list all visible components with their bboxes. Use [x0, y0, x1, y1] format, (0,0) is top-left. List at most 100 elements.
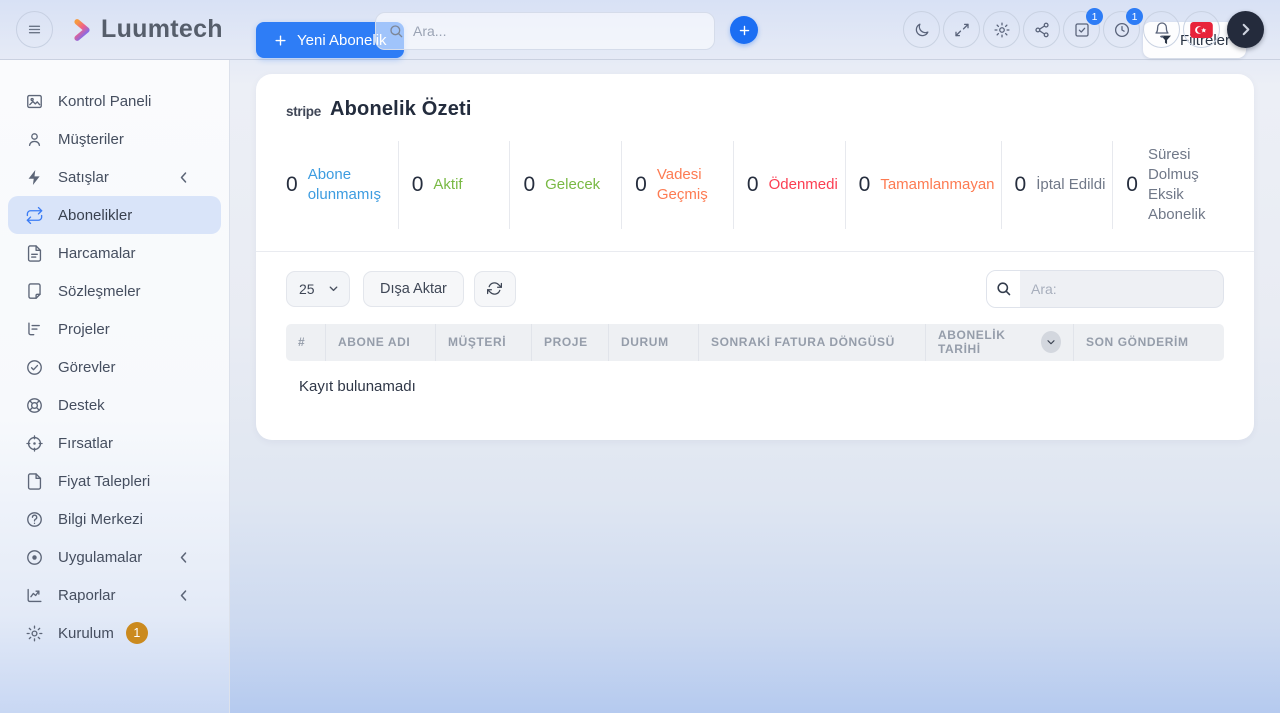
settings-icon [993, 21, 1011, 39]
stat-count: 0 [523, 173, 535, 197]
page-size-value: 25 [299, 281, 315, 297]
stat-count: 0 [747, 173, 759, 197]
column-header-son-g-nderi-m[interactable]: SON GÖNDERİM [1074, 324, 1224, 361]
sidebar-item-f-rsatlar[interactable]: Fırsatlar [8, 424, 221, 462]
notification-badge: 1 [1086, 8, 1103, 25]
column-header-m-teri[interactable]: MÜŞTERİ [436, 324, 532, 361]
fullscreen-button[interactable] [943, 11, 980, 48]
stat-abone-olunmam: 0Abone olunmamış [286, 141, 398, 229]
subscriptions-table: # ABONE ADI MÜŞTERİ PROJE DURUM SONRAKİ FATUR… [286, 324, 1224, 412]
sidebar: Kontrol Paneli Müşteriler Satışlar Abonelik… [0, 60, 230, 713]
sidebar-item-s-zle-meler[interactable]: Sözleşmeler [8, 272, 221, 310]
tasks-icon [25, 358, 44, 377]
sidebar-item-label: Fırsatlar [58, 435, 113, 452]
knowledge-icon [25, 510, 44, 529]
empty-message: Kayıt bulunamadı [286, 361, 1224, 412]
user-avatar[interactable] [1227, 11, 1264, 48]
table-search-input[interactable] [1020, 271, 1223, 307]
sidebar-item-g-revler[interactable]: Görevler [8, 348, 221, 386]
moon-button[interactable] [903, 11, 940, 48]
table-search [986, 270, 1224, 308]
sidebar-item-abonelikler[interactable]: Abonelikler [8, 196, 221, 234]
sidebar-item-projeler[interactable]: Projeler [8, 310, 221, 348]
chevron-right-icon [1237, 21, 1254, 38]
column-header-sonraki-fatura-d-ng-s[interactable]: SONRAKİ FATURA DÖNGÜSÜ [699, 324, 926, 361]
global-search[interactable] [375, 12, 715, 50]
stripe-logo: stripe [286, 104, 321, 119]
sidebar-item-label: Kontrol Paneli [58, 93, 151, 110]
main-content: Yeni Abonelik Filtreler stripe Abonelik … [230, 0, 1280, 440]
sidebar-item-fiyat-talepleri[interactable]: Fiyat Talepleri [8, 462, 221, 500]
quick-add-button[interactable] [730, 16, 758, 44]
column-label: MÜŞTERİ [448, 335, 506, 349]
column-label: ABONE ADI [338, 335, 410, 349]
sidebar-item-label: Kurulum [58, 625, 114, 642]
top-header: Luumtech 11 [0, 0, 1280, 60]
export-button[interactable]: Dışa Aktar [363, 271, 464, 307]
column-label: SONRAKİ FATURA DÖNGÜSÜ [711, 335, 895, 349]
sidebar-item-raporlar[interactable]: Raporlar [8, 576, 221, 614]
page-size-select[interactable]: 25 [286, 271, 350, 307]
menu-toggle-button[interactable] [16, 11, 53, 48]
sidebar-item-kurulum[interactable]: Kurulum1 [8, 614, 221, 652]
stat-count: 0 [859, 173, 871, 197]
header-actions: 11 [903, 11, 1264, 48]
sidebar-item-m-teriler[interactable]: Müşteriler [8, 120, 221, 158]
logo-icon [69, 17, 95, 43]
column-header-proje[interactable]: PROJE [532, 324, 609, 361]
sidebar-item-label: Müşteriler [58, 131, 124, 148]
sort-chevron-button[interactable] [1041, 331, 1061, 353]
sidebar-item-sat-lar[interactable]: Satışlar [8, 158, 221, 196]
customers-icon [25, 130, 44, 149]
subscription-summary-card: stripe Abonelik Özeti 0Abone olunmamış0A… [256, 74, 1254, 440]
notifications-button[interactable] [1143, 11, 1180, 48]
sidebar-item-label: Bilgi Merkezi [58, 511, 143, 528]
stat-aktif: 0Aktif [398, 141, 510, 229]
sidebar-item-label: Sözleşmeler [58, 283, 141, 300]
stat-label: Vadesi Geçmiş [657, 165, 727, 205]
stat-denmedi: 0Ödenmedi [733, 141, 845, 229]
column-label: SON GÖNDERİM [1086, 335, 1189, 349]
sidebar-item-kontrol-paneli[interactable]: Kontrol Paneli [8, 82, 221, 120]
column-label: DURUM [621, 335, 669, 349]
settings-button[interactable] [983, 11, 1020, 48]
stat-label: Süresi Dolmuş Eksik Abonelik [1148, 145, 1218, 225]
stat-s-resi-dolmu-eksik-abonelik: 0Süresi Dolmuş Eksik Abonelik [1112, 141, 1224, 229]
reminders-button[interactable]: 1 [1103, 11, 1140, 48]
stat-label: İptal Edildi [1036, 175, 1105, 195]
contracts-icon [25, 282, 44, 301]
column-header-abone-adi[interactable]: ABONE ADI [326, 324, 436, 361]
sidebar-item-bilgi-merkezi[interactable]: Bilgi Merkezi [8, 500, 221, 538]
column-header-durum[interactable]: DURUM [609, 324, 699, 361]
global-search-input[interactable] [413, 23, 702, 39]
sidebar-item-label: Destek [58, 397, 105, 414]
search-icon[interactable] [987, 271, 1020, 307]
todo-icon [1073, 21, 1091, 39]
setup-icon [25, 624, 44, 643]
stat-count: 0 [286, 173, 298, 197]
sidebar-item-label: Projeler [58, 321, 110, 338]
turkish-flag-button[interactable] [1183, 11, 1220, 48]
sidebar-item-destek[interactable]: Destek [8, 386, 221, 424]
column-header-aboneli-k-tari-hi[interactable]: ABONELİK TARİHİ [926, 324, 1074, 361]
expenses-icon [25, 244, 44, 263]
sidebar-item-label: Uygulamalar [58, 549, 142, 566]
sidebar-item-uygulamalar[interactable]: Uygulamalar [8, 538, 221, 576]
reports-icon [25, 586, 44, 605]
share-icon [1033, 21, 1051, 39]
stat-count: 0 [412, 173, 424, 197]
refresh-button[interactable] [474, 271, 516, 307]
card-header: stripe Abonelik Özeti [256, 74, 1254, 129]
todo-button[interactable]: 1 [1063, 11, 1100, 48]
sidebar-item-harcamalar[interactable]: Harcamalar [8, 234, 221, 272]
share-button[interactable] [1023, 11, 1060, 48]
stat-tamamlanmayan: 0Tamamlanmayan [845, 141, 1001, 229]
subscription-stats: 0Abone olunmamış0Aktif0Gelecek0Vadesi Ge… [256, 129, 1254, 251]
notifications-icon [1153, 21, 1171, 39]
app-logo[interactable]: Luumtech [69, 15, 223, 44]
reminders-icon [1113, 21, 1131, 39]
turkish-flag-icon [1190, 22, 1213, 38]
column-header-[interactable]: # [286, 324, 326, 361]
sidebar-item-label: Abonelikler [58, 207, 132, 224]
table-header: # ABONE ADI MÜŞTERİ PROJE DURUM SONRAKİ FATUR… [286, 324, 1224, 361]
